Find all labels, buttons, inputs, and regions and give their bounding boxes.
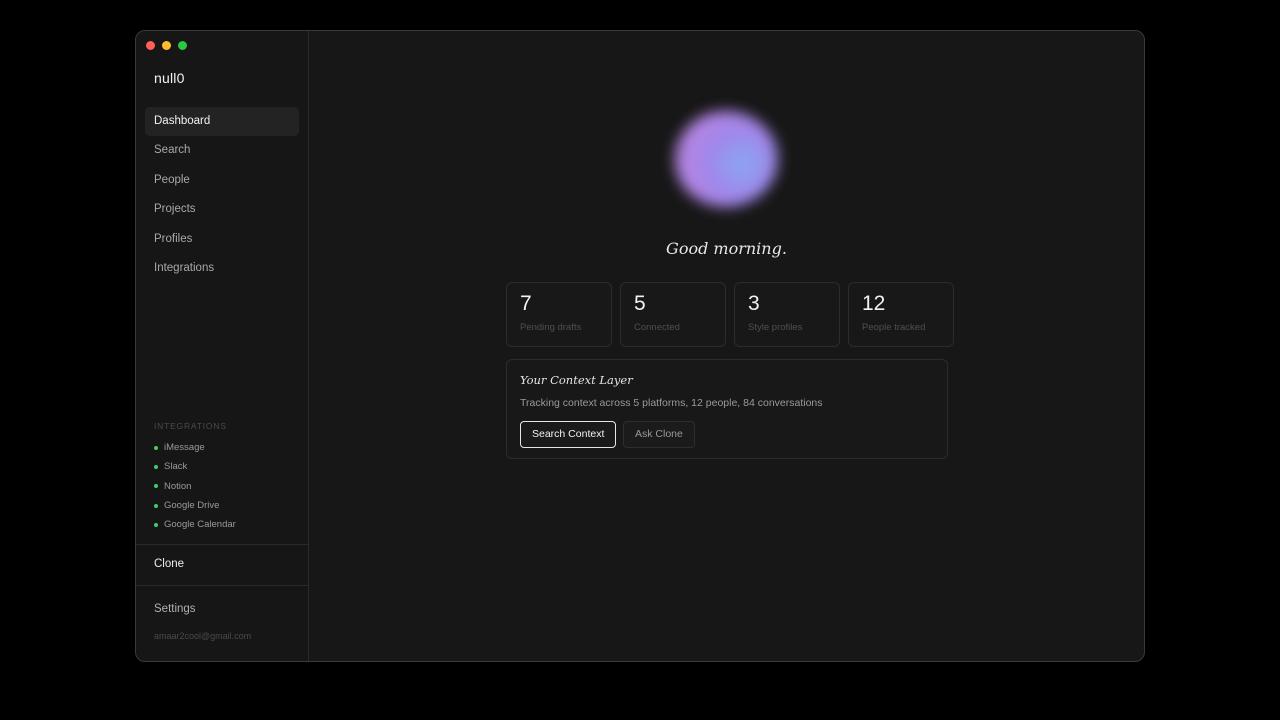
gradient-orb (674, 111, 778, 207)
sidebar-divider (136, 585, 308, 586)
stat-card-style-profiles: 3 Style profiles (734, 282, 840, 347)
integration-item-slack: Slack (154, 457, 236, 476)
sidebar-item-dashboard[interactable]: Dashboard (145, 107, 299, 136)
sidebar-item-profiles[interactable]: Profiles (145, 225, 299, 254)
sidebar-item-people[interactable]: People (145, 166, 299, 195)
close-window-button[interactable] (146, 41, 155, 50)
ask-clone-button[interactable]: Ask Clone (623, 421, 695, 448)
context-card-description: Tracking context across 5 platforms, 12 … (520, 397, 823, 409)
sidebar: null0 Dashboard Search People Projects P… (136, 31, 309, 661)
integration-label: Slack (164, 461, 188, 473)
stat-label: Style profiles (748, 322, 803, 333)
integration-item-notion: Notion (154, 477, 236, 496)
stat-value: 12 (862, 292, 886, 315)
integration-item-google-calendar: Google Calendar (154, 515, 236, 534)
integration-label: Google Drive (164, 500, 220, 512)
clone-button[interactable]: Clone (154, 558, 184, 570)
sidebar-item-projects[interactable]: Projects (145, 195, 299, 224)
settings-button[interactable]: Settings (154, 603, 196, 615)
integration-item-google-drive: Google Drive (154, 496, 236, 515)
integrations-heading: INTEGRATIONS (154, 421, 227, 431)
main-content: Good morning. 7 Pending drafts 5 Connect… (309, 31, 1144, 661)
minimize-window-button[interactable] (162, 41, 171, 50)
sidebar-divider (136, 544, 308, 545)
app-logo: null0 (154, 70, 185, 86)
integration-label: iMessage (164, 442, 205, 454)
status-dot-icon (154, 503, 158, 508)
status-dot-icon (154, 445, 158, 450)
integrations-list: iMessage Slack Notion Google Drive Googl… (154, 438, 236, 534)
window-controls (146, 41, 187, 50)
sidebar-item-search[interactable]: Search (145, 136, 299, 165)
context-layer-card: Your Context Layer Tracking context acro… (506, 359, 948, 459)
status-dot-icon (154, 522, 158, 527)
status-dot-icon (154, 464, 158, 469)
status-dot-icon (154, 484, 158, 489)
integration-label: Google Calendar (164, 519, 236, 531)
integration-item-imessage: iMessage (154, 438, 236, 457)
integration-label: Notion (164, 480, 192, 492)
stat-label: Connected (634, 322, 680, 333)
stats-row: 7 Pending drafts 5 Connected 3 Style pro… (506, 282, 954, 347)
stat-card-connected: 5 Connected (620, 282, 726, 347)
stat-value: 5 (634, 292, 646, 315)
search-context-button[interactable]: Search Context (520, 421, 617, 448)
sidebar-item-integrations[interactable]: Integrations (145, 254, 299, 283)
user-email: amaar2cool@gmail.com (154, 631, 252, 641)
stat-value: 7 (520, 292, 532, 315)
stat-label: People tracked (862, 322, 926, 333)
context-card-title: Your Context Layer (520, 373, 633, 387)
maximize-window-button[interactable] (178, 41, 187, 50)
app-window: null0 Dashboard Search People Projects P… (135, 30, 1145, 662)
stat-label: Pending drafts (520, 322, 582, 333)
stat-card-pending-drafts: 7 Pending drafts (506, 282, 612, 347)
stat-card-people-tracked: 12 People tracked (848, 282, 954, 347)
greeting-text: Good morning. (666, 239, 787, 258)
sidebar-nav: Dashboard Search People Projects Profile… (145, 107, 299, 283)
stat-value: 3 (748, 292, 760, 315)
